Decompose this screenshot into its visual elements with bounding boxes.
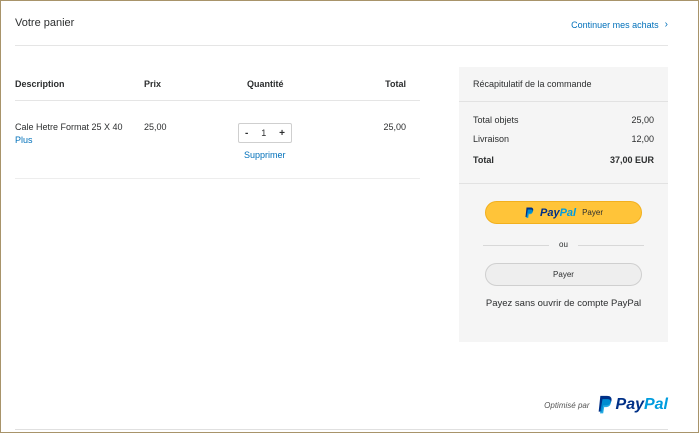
column-header-price: Prix bbox=[144, 79, 162, 89]
paypal-checkout-button[interactable]: PayPal Payer bbox=[485, 201, 642, 224]
chevron-right-icon: › bbox=[664, 19, 668, 30]
summary-line-value: 37,00 EUR bbox=[609, 155, 654, 165]
cart-table: Description Prix Quantité Total Cale Het… bbox=[15, 67, 420, 179]
item-name: Cale Hetre Format 25 X 40 bbox=[15, 122, 123, 132]
quantity-increase-button[interactable]: + bbox=[279, 128, 285, 139]
paypal-wordmark-pay: Pay bbox=[540, 206, 560, 219]
item-price: 25,00 bbox=[144, 122, 167, 132]
paypal-mark-icon bbox=[598, 395, 612, 414]
summary-divider bbox=[459, 101, 668, 102]
continue-shopping-link[interactable]: Continuer mes achats › bbox=[571, 19, 668, 30]
paypal-mark-icon bbox=[525, 207, 534, 218]
or-separator: ou bbox=[483, 240, 644, 250]
summary-line-value: 12,00 bbox=[631, 134, 654, 144]
paypal-logo: PayPal bbox=[596, 395, 668, 415]
column-header-quantity: Quantité bbox=[247, 79, 284, 89]
summary-line-items: Total objets 25,00 bbox=[473, 115, 654, 125]
summary-line-label: Livraison bbox=[473, 134, 510, 144]
summary-divider bbox=[459, 183, 668, 184]
summary-line-label: Total objets bbox=[473, 115, 519, 125]
no-account-text: Payez sans ouvrir de compte PayPal bbox=[485, 298, 642, 309]
quantity-value[interactable]: 1 bbox=[261, 128, 266, 138]
item-total: 25,00 bbox=[383, 122, 406, 132]
paypal-wordmark-pay: Pay bbox=[615, 396, 644, 413]
paypal-wordmark-pal: Pal bbox=[643, 396, 668, 413]
page-title: Votre panier bbox=[15, 17, 75, 29]
optimised-by-label: Optimisé par bbox=[544, 400, 590, 410]
item-more-link[interactable]: Plus bbox=[15, 135, 33, 145]
column-header-total: Total bbox=[385, 79, 406, 89]
summary-line-shipping: Livraison 12,00 bbox=[473, 134, 654, 144]
summary-line-total: Total 37,00 EUR bbox=[473, 155, 654, 165]
remove-item-link[interactable]: Supprimer bbox=[244, 150, 286, 160]
summary-line-value: 25,00 bbox=[631, 115, 654, 125]
continue-shopping-label: Continuer mes achats bbox=[571, 19, 659, 30]
paypal-button-label: Payer bbox=[582, 208, 603, 217]
paypal-wordmark: PayPal bbox=[616, 396, 668, 414]
header-divider bbox=[15, 45, 668, 46]
cart-page: Votre panier Continuer mes achats › Desc… bbox=[0, 0, 699, 433]
summary-title: Récapitulatif de la commande bbox=[473, 79, 592, 89]
pay-button[interactable]: Payer bbox=[485, 263, 642, 286]
cart-table-header: Description Prix Quantité Total bbox=[15, 67, 420, 101]
quantity-stepper: - 1 + bbox=[238, 123, 292, 143]
column-header-description: Description bbox=[15, 79, 65, 89]
summary-line-label: Total bbox=[473, 155, 494, 165]
or-line-right bbox=[578, 245, 644, 246]
paypal-wordmark: PayPal bbox=[540, 207, 576, 219]
footer-divider bbox=[15, 429, 668, 430]
optimised-by-paypal: Optimisé par PayPal bbox=[544, 395, 668, 415]
order-summary: Récapitulatif de la commande Total objet… bbox=[459, 67, 668, 342]
paypal-wordmark-pal: Pal bbox=[559, 206, 577, 219]
quantity-decrease-button[interactable]: - bbox=[245, 128, 248, 139]
table-row: Cale Hetre Format 25 X 40 Plus 25,00 - 1… bbox=[15, 101, 420, 179]
